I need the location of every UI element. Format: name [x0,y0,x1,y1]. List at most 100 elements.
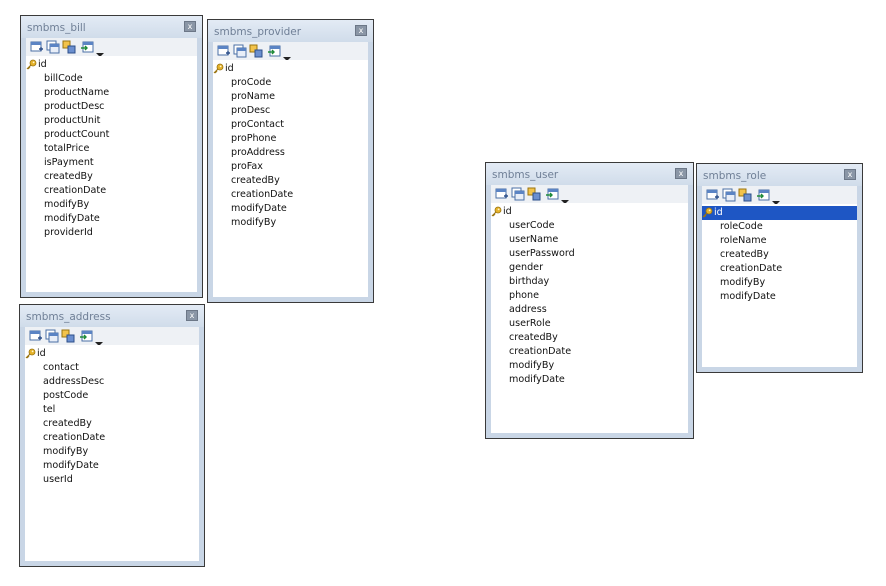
table-window-titlebar[interactable]: smbms_user x [486,163,693,185]
field-row[interactable]: phone [491,289,688,303]
field-row[interactable]: modifyDate [491,373,688,387]
primary-key-icon [25,348,36,359]
primary-key-field[interactable]: id [213,62,368,76]
add-field-icon[interactable] [706,188,720,202]
add-field-icon[interactable] [30,40,44,54]
field-row[interactable]: proCode [213,76,368,90]
field-row[interactable]: modifyBy [26,198,197,212]
close-button[interactable]: x [186,310,198,321]
table-window-smbms-provider[interactable]: smbms_provider x id proCode proName proDesc pr… [207,19,374,303]
field-row[interactable]: roleName [702,234,857,248]
relation-icon[interactable] [527,187,541,201]
dropdown-arrow-icon[interactable] [96,43,104,57]
field-row[interactable]: proAddress [213,146,368,160]
close-button[interactable]: x [355,25,367,36]
field-name: modifyDate [720,291,776,302]
field-row[interactable]: productCount [26,128,197,142]
primary-key-field[interactable]: id [25,347,199,361]
dropdown-arrow-icon[interactable] [772,191,780,205]
field-row[interactable]: proPhone [213,132,368,146]
field-row[interactable]: userPassword [491,247,688,261]
field-row[interactable]: gender [491,261,688,275]
table-name: smbms_address [26,311,111,323]
field-row[interactable]: productUnit [26,114,197,128]
add-field-icon[interactable] [217,44,231,58]
navigate-icon[interactable] [545,187,559,201]
field-row[interactable]: modifyDate [25,459,199,473]
table-window-smbms-address[interactable]: smbms_address x id contact addressDesc postCo… [19,304,205,567]
field-row[interactable]: userRole [491,317,688,331]
field-row[interactable]: userId [25,473,199,487]
field-row[interactable]: creationDate [491,345,688,359]
index-icon[interactable] [233,44,247,58]
relation-icon[interactable] [738,188,752,202]
field-name: tel [43,404,56,415]
primary-key-field[interactable]: id [702,206,857,220]
field-row[interactable]: productName [26,86,197,100]
field-row[interactable]: modifyBy [25,445,199,459]
field-row[interactable]: proName [213,90,368,104]
field-row[interactable]: tel [25,403,199,417]
close-button[interactable]: x [675,168,687,179]
dropdown-arrow-icon[interactable] [561,190,569,204]
table-window-titlebar[interactable]: smbms_address x [20,305,204,327]
relation-icon[interactable] [249,44,263,58]
index-icon[interactable] [722,188,736,202]
add-field-icon[interactable] [495,187,509,201]
field-row[interactable]: modifyBy [213,216,368,230]
field-row[interactable]: contact [25,361,199,375]
field-row[interactable]: creationDate [702,262,857,276]
table-window-titlebar[interactable]: smbms_role x [697,164,862,186]
field-row[interactable]: proDesc [213,104,368,118]
field-row[interactable]: providerId [26,226,197,240]
field-row[interactable]: billCode [26,72,197,86]
field-row[interactable]: postCode [25,389,199,403]
add-field-icon[interactable] [29,329,43,343]
table-window-titlebar[interactable]: smbms_bill x [21,16,202,38]
close-button[interactable]: x [844,169,856,180]
field-row[interactable]: userCode [491,219,688,233]
table-window-smbms-role[interactable]: smbms_role x id roleCode roleName createdBy cr… [696,163,863,373]
field-row[interactable]: creationDate [213,188,368,202]
field-name: userRole [509,318,551,329]
table-window-smbms-user[interactable]: smbms_user x id userCode userName userPasswor… [485,162,694,439]
field-row[interactable]: createdBy [213,174,368,188]
field-row[interactable]: roleCode [702,220,857,234]
field-row[interactable]: modifyBy [491,359,688,373]
field-row[interactable]: proContact [213,118,368,132]
primary-key-field[interactable]: id [26,58,197,72]
field-row[interactable]: userName [491,233,688,247]
table-window-titlebar[interactable]: smbms_provider x [208,20,373,42]
field-row[interactable]: birthday [491,275,688,289]
close-button[interactable]: x [184,21,196,32]
field-row[interactable]: addressDesc [25,375,199,389]
field-row[interactable]: modifyBy [702,276,857,290]
field-row[interactable]: createdBy [702,248,857,262]
navigate-icon[interactable] [756,188,770,202]
table-window-smbms-bill[interactable]: smbms_bill x id billCode productName productD… [20,15,203,298]
field-row[interactable]: createdBy [491,331,688,345]
field-row[interactable]: proFax [213,160,368,174]
field-row[interactable]: creationDate [25,431,199,445]
index-icon[interactable] [46,40,60,54]
field-row[interactable]: totalPrice [26,142,197,156]
dropdown-arrow-icon[interactable] [95,332,103,346]
field-row[interactable]: createdBy [25,417,199,431]
field-row[interactable]: modifyDate [26,212,197,226]
navigate-icon[interactable] [79,329,93,343]
field-row[interactable]: modifyDate [213,202,368,216]
index-icon[interactable] [45,329,59,343]
field-row[interactable]: isPayment [26,156,197,170]
dropdown-arrow-icon[interactable] [283,47,291,61]
field-row[interactable]: creationDate [26,184,197,198]
navigate-icon[interactable] [80,40,94,54]
field-row[interactable]: productDesc [26,100,197,114]
relation-icon[interactable] [62,40,76,54]
field-row[interactable]: modifyDate [702,290,857,304]
navigate-icon[interactable] [267,44,281,58]
field-row[interactable]: createdBy [26,170,197,184]
index-icon[interactable] [511,187,525,201]
primary-key-field[interactable]: id [491,205,688,219]
field-row[interactable]: address [491,303,688,317]
relation-icon[interactable] [61,329,75,343]
